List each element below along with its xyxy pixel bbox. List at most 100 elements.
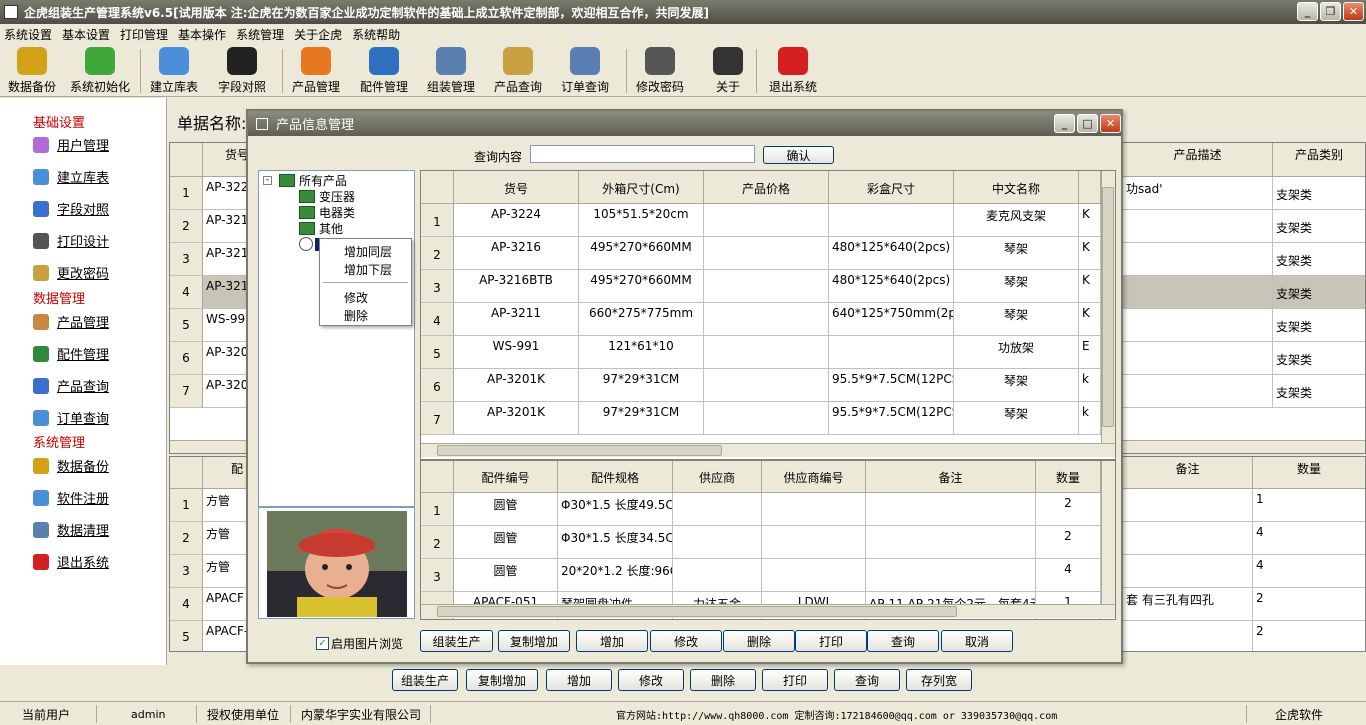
main-action-button[interactable]: 存列宽	[906, 669, 972, 691]
dialog-action-button[interactable]: 复制增加	[498, 630, 570, 652]
key-icon	[645, 47, 675, 75]
table-cell: 2	[1036, 493, 1101, 526]
main-action-button[interactable]: 增加	[546, 669, 612, 691]
toolbar-parts-button[interactable]: 配件管理	[360, 47, 408, 95]
toolbar-key-button[interactable]: 修改密码	[636, 47, 684, 95]
toolbar-magnifier-button[interactable]: 产品查询	[494, 47, 542, 95]
dialog-action-button[interactable]: 组装生产	[420, 630, 493, 652]
tree-context-menu: 增加同层 增加下层修改 删除	[319, 238, 412, 326]
search-input[interactable]	[530, 145, 755, 163]
dialog-action-button[interactable]: 取消	[941, 630, 1013, 652]
sidebar-item[interactable]: 配件管理	[33, 344, 109, 363]
product-info-dialog: 产品信息管理 _ □ ✕ 查询内容 确认 - 所有产品 变压器 电器类 其他 货号 外箱尺…	[246, 109, 1123, 664]
sidebar-item-label: 数据清理	[57, 524, 110, 539]
toolbar-separator	[626, 49, 627, 93]
menu-item[interactable]: 打印管理	[120, 26, 168, 43]
tree-collapse-icon[interactable]: -	[263, 176, 272, 185]
image-preview-toggle[interactable]: ✓ 启用图片浏览	[316, 635, 403, 652]
table-cell: 支架类	[1273, 375, 1365, 408]
sidebar-item[interactable]: 字段对照	[33, 199, 109, 218]
toolbar-edit-table-button[interactable]: 建立库表	[150, 47, 198, 95]
tree-node[interactable]: 其他	[299, 220, 343, 237]
context-menu-item[interactable]: 增加下层	[344, 261, 392, 278]
toolbar-gnome-foot-button[interactable]: 关于	[713, 47, 743, 95]
table-cell: 支架类	[1273, 342, 1365, 375]
category-tree[interactable]: - 所有产品 变压器 电器类 其他	[258, 170, 415, 507]
confirm-button[interactable]: 确认	[763, 146, 834, 164]
menu-item[interactable]: 系统管理	[236, 26, 284, 43]
sidebar-item[interactable]: 更改密码	[33, 263, 109, 282]
sidebar-item[interactable]: 用户管理	[33, 135, 109, 154]
sidebar-item[interactable]: 产品管理	[33, 312, 109, 331]
menu-item[interactable]: 基本设置	[62, 26, 110, 43]
context-menu-item[interactable]: 删除	[344, 307, 368, 324]
close-button[interactable]: ✕	[1343, 2, 1364, 21]
sidebar-item[interactable]: 产品查询	[33, 376, 109, 395]
table-cell: 480*125*640(2pcs)	[829, 237, 954, 270]
table-cell: AP-3216BTB	[454, 270, 579, 303]
main-action-button[interactable]: 修改	[618, 669, 684, 691]
tree-node[interactable]: 变压器	[299, 188, 355, 205]
sidebar-item[interactable]: 数据清理	[33, 520, 109, 539]
toolbar-database-backup-button[interactable]: 数据备份	[8, 47, 56, 95]
dialog-action-button[interactable]: 查询	[867, 630, 939, 652]
tree-node-icon	[299, 222, 315, 235]
checkbox-icon[interactable]: ✓	[316, 637, 329, 650]
dialog-action-button[interactable]: 打印	[795, 630, 867, 652]
sidebar-item[interactable]: 订单查询	[33, 408, 109, 427]
sidebar-item[interactable]: 软件注册	[33, 488, 109, 507]
toolbar-label: 产品查询	[494, 80, 543, 94]
main-action-button[interactable]: 查询	[834, 669, 900, 691]
menu-item[interactable]: 系统帮助	[352, 26, 400, 43]
dialog-action-button[interactable]: 删除	[723, 630, 795, 652]
dialog-close-button[interactable]: ✕	[1100, 114, 1121, 133]
parts-grid-hscroll-thumb[interactable]	[437, 606, 957, 617]
toolbar-order-db-button[interactable]: 订单查询	[561, 47, 609, 95]
toolbar-label: 数据备份	[8, 80, 57, 94]
column-header: 数量	[1036, 461, 1101, 493]
table-cell: 95.5*9*7.5CM(12PCS)	[829, 369, 954, 402]
product-grid[interactable]: 货号 外箱尺寸(Cm) 产品价格 彩盒尺寸 中文名称 1 AP-3224 105*51.5*2…	[420, 170, 1116, 460]
toolbar-refresh-button[interactable]: 系统初始化	[70, 47, 130, 95]
main-action-button[interactable]: 复制增加	[466, 669, 538, 691]
table-cell: 4	[1253, 522, 1365, 555]
sidebar-item[interactable]: 退出系统	[33, 552, 109, 571]
dialog-maximize-button[interactable]: □	[1077, 114, 1098, 133]
sidebar-item-label: 订单查询	[57, 412, 110, 427]
table-cell: 660*275*775mm	[579, 303, 704, 336]
database-backup-icon	[17, 47, 47, 75]
table-cell: 480*125*640(2pcs)	[829, 270, 954, 303]
current-user: admin	[97, 705, 197, 723]
dialog-action-button[interactable]: 增加	[576, 630, 648, 652]
column-header: 中文名称	[954, 171, 1079, 204]
main-action-button[interactable]: 打印	[762, 669, 828, 691]
tree-node[interactable]: 电器类	[299, 204, 355, 221]
parts-grid-vscroll[interactable]	[1101, 461, 1115, 604]
minimize-button[interactable]: _	[1297, 2, 1318, 21]
toolbar-check-badge-button[interactable]: 产品管理	[292, 47, 340, 95]
dialog-action-button[interactable]: 修改	[650, 630, 722, 652]
sidebar-item[interactable]: 建立库表	[33, 167, 109, 186]
order-icon	[33, 409, 49, 426]
menu-item[interactable]: 基本操作	[178, 26, 226, 43]
product-grid-vscroll-thumb[interactable]	[1102, 187, 1114, 427]
menu-item[interactable]: 关于企虎	[294, 26, 342, 43]
table-cell: 琴架	[954, 402, 1079, 435]
dialog-minimize-button[interactable]: _	[1054, 114, 1075, 133]
product-grid-hscroll-thumb[interactable]	[437, 445, 722, 456]
main-action-button[interactable]: 删除	[690, 669, 756, 691]
sidebar-item[interactable]: 打印设计	[33, 231, 109, 250]
maximize-button[interactable]: ❐	[1320, 2, 1341, 21]
context-menu-item[interactable]: 增加同层	[344, 243, 392, 260]
toolbar-amazon-button[interactable]: 字段对照	[218, 47, 266, 95]
tree-root[interactable]: 所有产品	[279, 172, 347, 189]
main-action-button[interactable]: 组装生产	[392, 669, 458, 691]
toolbar-exit-cube-button[interactable]: 退出系统	[769, 47, 817, 95]
menu-item[interactable]: 系统设置	[4, 26, 52, 43]
row-number: 3	[170, 555, 203, 588]
toolbar-assembly-db-button[interactable]: 组装管理	[427, 47, 475, 95]
product-parts-grid[interactable]: 配件编号 配件规格 供应商 供应商编号 备注 数量 1 圆管 Φ30*1.5 长度49.5CM 2…	[420, 460, 1116, 620]
sidebar-item[interactable]: 数据备份	[33, 456, 109, 475]
table-cell: Φ30*1.5 长度49.5CM	[558, 493, 673, 526]
context-menu-item[interactable]: 修改	[344, 289, 368, 306]
